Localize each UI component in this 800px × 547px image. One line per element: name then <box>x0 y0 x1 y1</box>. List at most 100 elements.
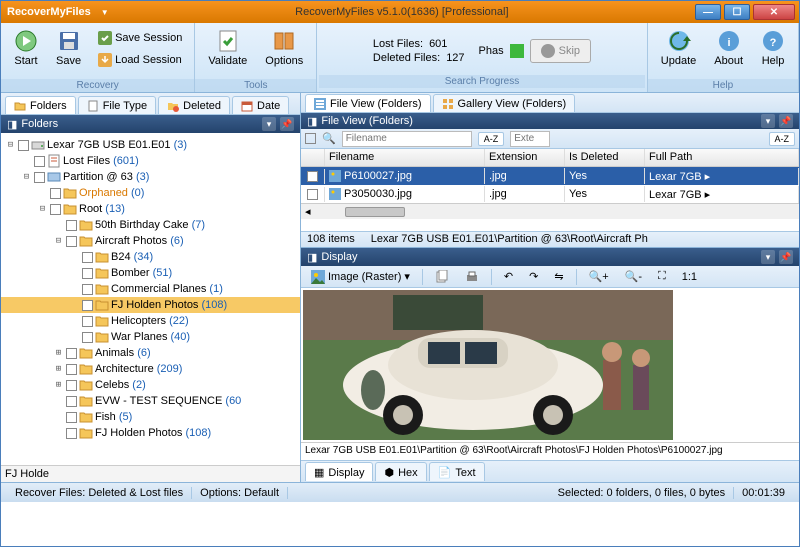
tree-node[interactable]: ⊟ Aircraft Photos (6) <box>1 233 300 249</box>
file-row[interactable]: P3050030.jpg .jpg Yes Lexar 7GB ▸ <box>301 185 799 203</box>
panel-menu-button[interactable]: ▾ <box>262 117 276 131</box>
tree-node[interactable]: Helicopters (22) <box>1 313 300 329</box>
col-deleted[interactable]: Is Deleted <box>565 149 645 166</box>
folder-tree[interactable]: ⊟ Lexar 7GB USB E01.E01 (3) Lost Files (… <box>1 133 300 465</box>
tool-rotate-r[interactable]: ↷ <box>523 267 544 286</box>
panel-pin-button[interactable]: 📌 <box>280 117 294 131</box>
tool-print[interactable] <box>459 267 485 287</box>
disp-menu-button[interactable]: ▾ <box>761 250 775 264</box>
tree-node[interactable]: ⊟ Partition @ 63 (3) <box>1 169 300 185</box>
tree-checkbox[interactable] <box>66 364 77 375</box>
tree-twisty[interactable]: ⊞ <box>53 348 64 358</box>
tree-twisty[interactable]: ⊟ <box>53 236 64 246</box>
tree-node[interactable]: Bomber (51) <box>1 265 300 281</box>
chevron-down-icon[interactable]: ▼ <box>101 8 109 17</box>
tree-checkbox[interactable] <box>82 284 93 295</box>
tree-node[interactable]: War Planes (40) <box>1 329 300 345</box>
tree-checkbox[interactable] <box>82 268 93 279</box>
tab-text[interactable]: 📄Text <box>429 462 485 481</box>
tab-display[interactable]: ▦Display <box>305 462 373 481</box>
tree-node[interactable]: ⊞ Celebs (2) <box>1 377 300 393</box>
tool-zoom-out[interactable]: 🔍- <box>619 267 648 286</box>
tab-date[interactable]: Date <box>232 96 289 114</box>
tab-deleted[interactable]: Deleted <box>158 96 230 114</box>
about-button[interactable]: i About <box>707 26 750 70</box>
tree-checkbox[interactable] <box>34 172 45 183</box>
tool-copy[interactable] <box>429 267 455 287</box>
start-button[interactable]: Start <box>7 26 45 70</box>
tree-checkbox[interactable] <box>66 412 77 423</box>
tree-node[interactable]: FJ Holden Photos (108) <box>1 297 300 313</box>
tree-checkbox[interactable] <box>50 188 61 199</box>
file-list-header[interactable]: Filename Extension Is Deleted Full Path <box>301 149 799 167</box>
tab-folders[interactable]: Folders <box>5 96 76 114</box>
row-checkbox[interactable] <box>307 171 318 182</box>
tab-gallery[interactable]: Gallery View (Folders) <box>433 94 576 112</box>
update-button[interactable]: Update <box>654 26 703 70</box>
tree-node[interactable]: Commercial Planes (1) <box>1 281 300 297</box>
tree-node[interactable]: Orphaned (0) <box>1 185 300 201</box>
tree-checkbox[interactable] <box>34 156 45 167</box>
help-button[interactable]: ? Help <box>754 26 792 70</box>
tree-node[interactable]: ⊞ Architecture (209) <box>1 361 300 377</box>
tree-twisty[interactable]: ⊟ <box>21 172 32 182</box>
maximize-button[interactable]: ☐ <box>724 4 750 20</box>
tree-checkbox[interactable] <box>66 220 77 231</box>
close-button[interactable]: ✕ <box>753 4 795 20</box>
fv-pin-button[interactable]: 📌 <box>779 114 793 128</box>
h-scrollbar[interactable]: ◂ <box>301 203 799 219</box>
tree-twisty[interactable]: ⊞ <box>53 364 64 374</box>
col-path[interactable]: Full Path <box>645 149 799 166</box>
tree-checkbox[interactable] <box>82 300 93 311</box>
skip-button[interactable]: Skip <box>530 39 591 63</box>
ext-filter-input[interactable] <box>510 131 550 147</box>
tree-checkbox[interactable] <box>66 428 77 439</box>
filter-check[interactable] <box>305 133 316 144</box>
tree-node[interactable]: FJ Holden Photos (108) <box>1 425 300 441</box>
sort-az-button[interactable]: A-Z <box>478 132 505 146</box>
validate-button[interactable]: Validate <box>201 26 254 70</box>
tree-checkbox[interactable] <box>82 316 93 327</box>
tool-actual[interactable]: 1:1 <box>676 268 703 286</box>
disp-pin-button[interactable]: 📌 <box>779 250 793 264</box>
tree-node[interactable]: ⊞ Animals (6) <box>1 345 300 361</box>
tree-twisty[interactable]: ⊟ <box>5 140 16 150</box>
save-session-button[interactable]: Save Session <box>92 28 188 48</box>
tab-fileview[interactable]: File View (Folders) <box>305 94 431 112</box>
tree-node[interactable]: B24 (34) <box>1 249 300 265</box>
col-extension[interactable]: Extension <box>485 149 565 166</box>
tree-checkbox[interactable] <box>66 348 77 359</box>
tree-checkbox[interactable] <box>18 140 29 151</box>
tree-checkbox[interactable] <box>66 380 77 391</box>
fv-menu-button[interactable]: ▾ <box>761 114 775 128</box>
image-mode-button[interactable]: Image (Raster)▾ <box>305 267 416 287</box>
tree-node[interactable]: 50th Birthday Cake (7) <box>1 217 300 233</box>
tree-node[interactable]: Lost Files (601) <box>1 153 300 169</box>
tree-twisty[interactable]: ⊟ <box>37 204 48 214</box>
save-button[interactable]: Save <box>49 26 88 70</box>
tool-rotate-l[interactable]: ↶ <box>498 267 519 286</box>
tree-node[interactable]: EVW - TEST SEQUENCE (60 <box>1 393 300 409</box>
sort-az-button-2[interactable]: A-Z <box>769 132 796 146</box>
tree-node[interactable]: Fish (5) <box>1 409 300 425</box>
tree-node[interactable]: ⊟ Root (13) <box>1 201 300 217</box>
tool-flip[interactable]: ⇋ <box>548 267 569 286</box>
file-row[interactable]: P6100027.jpg .jpg Yes Lexar 7GB ▸ <box>301 167 799 185</box>
col-filename[interactable]: Filename <box>325 149 485 166</box>
tree-checkbox[interactable] <box>66 236 77 247</box>
tree-checkbox[interactable] <box>82 252 93 263</box>
tree-checkbox[interactable] <box>50 204 61 215</box>
row-checkbox[interactable] <box>307 189 318 200</box>
filename-filter-input[interactable] <box>342 131 472 147</box>
tree-twisty[interactable]: ⊞ <box>53 380 64 390</box>
tab-filetype[interactable]: File Type <box>78 96 156 114</box>
minimize-button[interactable]: — <box>695 4 721 20</box>
load-session-button[interactable]: Load Session <box>92 50 188 70</box>
tree-checkbox[interactable] <box>82 332 93 343</box>
options-button[interactable]: Options <box>258 26 310 70</box>
tab-hex[interactable]: ⬢Hex <box>375 462 426 481</box>
tree-node[interactable]: ⊟ Lexar 7GB USB E01.E01 (3) <box>1 137 300 153</box>
tool-zoom-in[interactable]: 🔍+ <box>583 267 615 286</box>
tool-fit[interactable]: ⛶ <box>652 267 672 286</box>
tree-checkbox[interactable] <box>66 396 77 407</box>
